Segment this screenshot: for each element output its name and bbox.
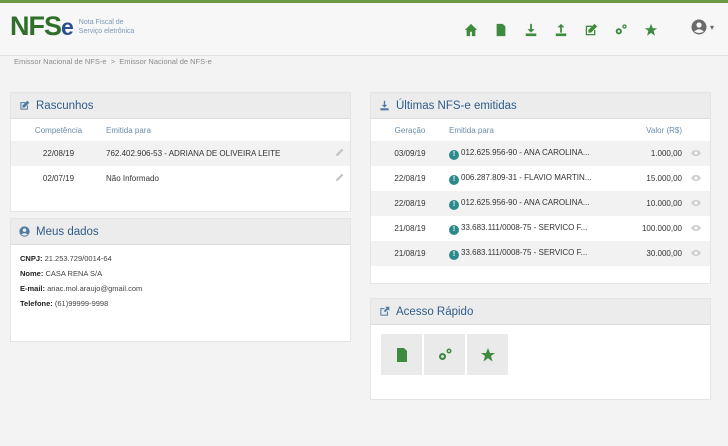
row-valor: 30.000,00 (624, 241, 682, 266)
row-geracao: 03/09/19 (371, 141, 449, 166)
row-geracao: 21/08/19 (394, 224, 426, 233)
quick-favorites-button[interactable] (467, 334, 508, 375)
quick-access-bar (371, 325, 710, 384)
col-emitida-para: Emitida para (106, 125, 151, 135)
user-avatar-icon (691, 19, 707, 35)
ultimas-nfse-table: Geração Emitida para Valor (R$) 03/09/19… (371, 119, 710, 266)
download-icon (380, 100, 389, 111)
acesso-rapido-title: Acesso Rápido (396, 305, 474, 318)
ultimas-nfse-panel-header: Últimas NFS-e emitidas (371, 93, 710, 119)
eye-icon[interactable] (691, 149, 701, 157)
nome-line: Nome: CASA RENA S/A (20, 269, 103, 278)
rascunhos-panel-header: Rascunhos (11, 93, 350, 119)
info-icon[interactable]: ! (449, 199, 459, 210)
table-row[interactable]: 22/08/19 ! 006.287.809-31 - FLAVIO MARTIN… (371, 166, 710, 191)
table-row[interactable]: 03/09/19 ! 012.625.956-90 - ANA CAROLINA.… (371, 141, 710, 166)
row-emitida-para: ! 012.625.956-90 - ANA CAROLINA... (449, 191, 624, 216)
info-icon[interactable]: ! (449, 249, 459, 260)
star-icon[interactable] (636, 20, 666, 40)
row-geracao: 21/08/19 (371, 241, 449, 266)
ultimas-nfse-panel: Últimas NFS-e emitidas Geração Emitida p… (370, 92, 711, 284)
row-geracao: 22/08/19 (371, 191, 449, 216)
meus-dados-panel: Meus dados CNPJ: 21.253.729/0014-64 Nome… (10, 218, 351, 342)
home-icon[interactable] (456, 20, 486, 40)
user-icon (19, 226, 30, 237)
document-icon (396, 347, 407, 362)
quick-settings-button[interactable] (424, 334, 465, 375)
meus-dados-title: Meus dados (36, 225, 99, 238)
top-navbar: NFSe Nota Fiscal de Serviço eletrônica ▾ (0, 0, 728, 56)
row-valor: 10.000,00 (624, 191, 682, 216)
user-menu-button[interactable]: ▾ (691, 19, 714, 35)
row-valor: 15.000,00 (646, 174, 682, 183)
chevron-down-icon: ▾ (709, 22, 714, 32)
pencil-icon[interactable] (335, 173, 344, 182)
eye-icon[interactable] (691, 224, 701, 232)
acesso-rapido-panel: Acesso Rápido (370, 298, 711, 400)
table-row[interactable]: 21/08/19 ! 33.683.111/0008-75 - SERVICO F… (371, 216, 710, 241)
rascunhos-panel: Rascunhos Competência Emitida para 22/08… (10, 92, 351, 212)
quick-document-button[interactable] (381, 334, 422, 375)
table-row[interactable]: 02/07/19 Não Informado (11, 166, 350, 191)
breadcrumb-item-home[interactable]: Emissor Nacional de NFS-e (14, 57, 107, 66)
rascunhos-title: Rascunhos (36, 99, 94, 112)
nome-value: CASA RENA S/A (45, 269, 103, 278)
telefone-value: (61)99999-9998 (54, 299, 109, 308)
meus-dados-panel-header: Meus dados (11, 219, 350, 245)
row-emitida-para: Não Informado (106, 174, 159, 183)
cnpj-value: 21.253.729/0014-64 (44, 254, 112, 263)
telefone-line: Telefone: (61)99999-9998 (20, 299, 109, 308)
table-row[interactable]: 22/08/19 ! 012.625.956-90 - ANA CAROLINA.… (371, 191, 710, 216)
ultimas-nfse-title: Últimas NFS-e emitidas (396, 99, 517, 112)
col-geracao: Geração (394, 125, 426, 135)
acesso-rapido-panel-header: Acesso Rápido (371, 299, 710, 325)
table-row[interactable]: 21/08/19 ! 33.683.111/0008-75 - SERVICO F… (371, 241, 710, 266)
row-emitida-para: 762.402.906-53 - ADRIANA DE OLIVEIRA LEI… (106, 141, 328, 166)
meus-dados-content: CNPJ: 21.253.729/0014-64 Nome: CASA RENA… (11, 245, 350, 317)
row-emitida-para: ! 012.625.956-90 - ANA CAROLINA... (449, 141, 624, 166)
info-icon[interactable]: ! (449, 174, 459, 185)
document-icon[interactable] (486, 20, 516, 40)
row-valor: 1.000,00 (624, 141, 682, 166)
eye-icon[interactable] (691, 249, 701, 257)
download-icon[interactable] (516, 20, 546, 40)
nfse-logo[interactable]: NFSe Nota Fiscal de Serviço eletrônica (10, 13, 139, 40)
row-emitida-para: ! 006.287.809-31 - FLAVIO MARTIN... (449, 166, 624, 191)
col-competencia: Competência (34, 125, 83, 135)
rascunhos-table: Competência Emitida para 22/08/19 762.40… (11, 119, 350, 191)
row-geracao: 22/08/19 (394, 174, 426, 183)
eye-icon[interactable] (691, 174, 701, 182)
breadcrumb: Emissor Nacional de NFS-e > Emissor Naci… (14, 57, 212, 66)
edit-icon[interactable] (576, 20, 606, 40)
info-icon[interactable]: ! (449, 224, 459, 235)
table-row[interactable]: 22/08/19 762.402.906-53 - ADRIANA DE OLI… (11, 141, 350, 166)
email-line: E-mail: anac.mol.araujo@gmail.com (20, 284, 143, 293)
row-emitida-para: ! 33.683.111/0008-75 - SERVICO F... (449, 216, 624, 241)
eye-icon[interactable] (691, 199, 701, 207)
row-competencia: 02/07/19 (42, 174, 75, 183)
info-icon[interactable]: ! (449, 149, 459, 160)
settings-icon (438, 348, 451, 360)
col-valor: Valor (R$) (646, 125, 682, 135)
logo-wordmark: NFSe (10, 11, 74, 41)
edit-icon (20, 100, 30, 110)
cnpj-line: CNPJ: 21.253.729/0014-64 (20, 254, 112, 263)
row-valor: 100.000,00 (641, 224, 682, 233)
settings-icon[interactable] (606, 20, 636, 40)
row-emitida-para: ! 33.683.111/0008-75 - SERVICO F... (449, 241, 624, 266)
star-icon (480, 347, 495, 361)
col-emitida-para: Emitida para (449, 125, 494, 135)
pencil-icon[interactable] (335, 148, 344, 157)
row-competencia: 22/08/19 (11, 141, 106, 166)
breadcrumb-item-current[interactable]: Emissor Nacional de NFS-e (119, 57, 212, 66)
upload-icon[interactable] (546, 20, 576, 40)
nav-icon-bar (456, 20, 666, 40)
external-link-icon (380, 306, 390, 316)
logo-subtitle: Nota Fiscal de Serviço eletrônica (78, 18, 135, 35)
breadcrumb-separator: > (110, 57, 116, 66)
email-value: anac.mol.araujo@gmail.com (47, 284, 143, 293)
